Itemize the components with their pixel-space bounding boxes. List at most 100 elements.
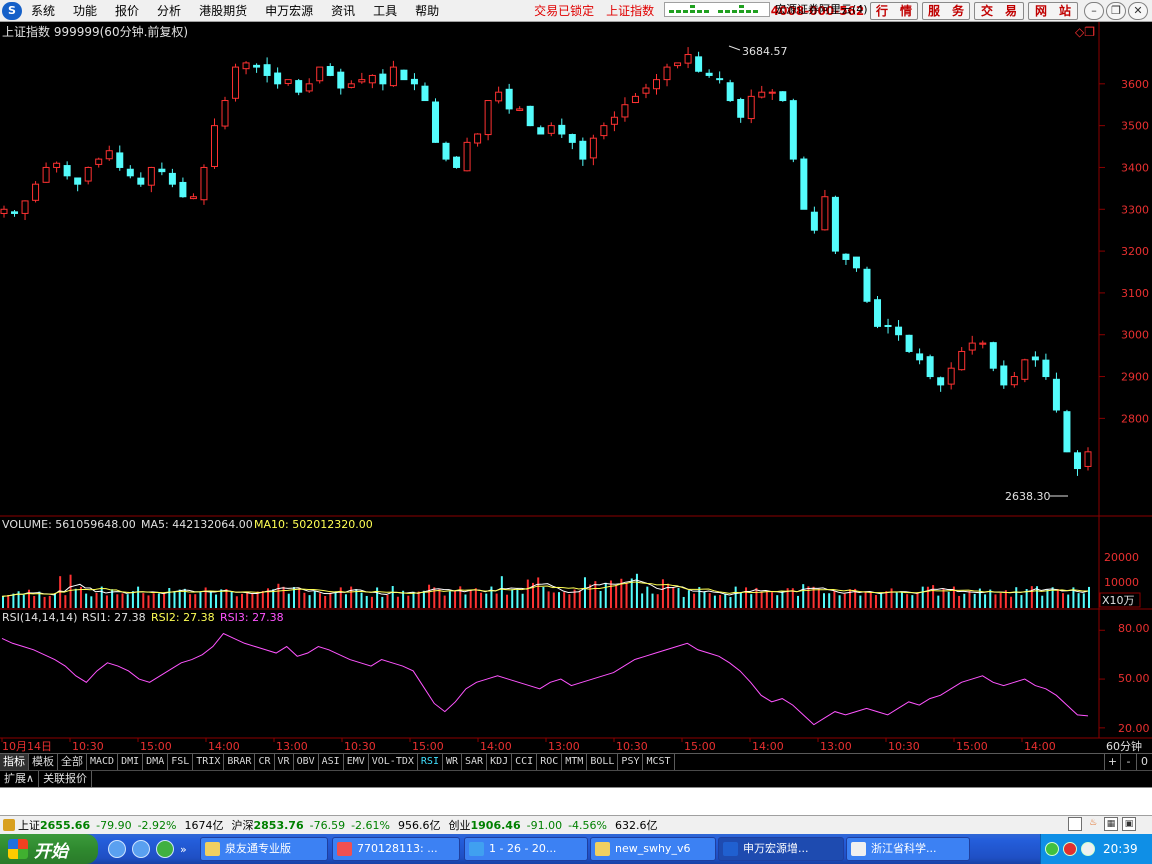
volume-bar (864, 591, 867, 608)
tab-asi[interactable]: ASI (319, 754, 344, 770)
candle (453, 156, 461, 169)
tab-cci[interactable]: CCI (512, 754, 538, 770)
task-quanyoutong[interactable]: 泉友通专业版 (200, 837, 328, 861)
desktop-icon[interactable] (132, 840, 150, 858)
task-document[interactable]: 1 - 26 - 20... (464, 837, 588, 861)
market-button[interactable]: 行 情 (870, 2, 918, 20)
menu-function[interactable]: 功能 (64, 0, 106, 22)
volume-bar (698, 587, 701, 608)
sh-index-pct: -2.92% (137, 818, 177, 832)
tab-sar[interactable]: SAR (462, 754, 488, 770)
restore-icon[interactable]: ❐ (1106, 2, 1126, 20)
tab-trix[interactable]: TRIX (193, 754, 225, 770)
tab-fsl[interactable]: FSL (168, 754, 194, 770)
time-label: 15:00 (412, 740, 444, 753)
start-button[interactable]: 开始 (0, 834, 98, 864)
candle (779, 91, 787, 102)
menu-tools[interactable]: 工具 (364, 0, 406, 22)
volume-bar (495, 593, 498, 608)
notepad-icon[interactable] (1068, 817, 1082, 831)
zoom-in-button[interactable]: + (1104, 754, 1120, 770)
tab-indicator[interactable]: 指标 (0, 754, 29, 770)
volume-bar (890, 588, 893, 608)
tab-emv[interactable]: EMV (344, 754, 369, 770)
volume-bar (376, 587, 379, 608)
price-tick: 3500 (1121, 120, 1149, 133)
play-icon[interactable] (1045, 842, 1059, 856)
service-button[interactable]: 服 务 (922, 2, 970, 20)
volume-bar (53, 593, 56, 608)
tab-psy[interactable]: PSY (618, 754, 644, 770)
windows-taskbar: 开始 » 泉友通专业版 770128113: ... 1 - 26 - 20..… (0, 834, 1152, 864)
volume-bar (781, 591, 784, 608)
lock-icon[interactable] (3, 819, 15, 831)
volume-bar (713, 595, 716, 608)
volume-bar (318, 593, 321, 608)
current-index-label[interactable]: 上证指数 (600, 2, 660, 19)
tab-boll[interactable]: BOLL (587, 754, 619, 770)
menu-analysis[interactable]: 分析 (148, 0, 190, 22)
task-qq-chat[interactable]: 770128113: ... (332, 837, 460, 861)
tab-mcst[interactable]: MCST (643, 754, 675, 770)
tab-dmi[interactable]: DMI (118, 754, 144, 770)
close-icon[interactable]: ✕ (1128, 2, 1148, 20)
zoom-out-button[interactable]: - (1120, 754, 1136, 770)
broker-server-label[interactable]: 宏源证券阿里云(4) (775, 0, 868, 19)
network-icon[interactable]: ▦ (1104, 817, 1118, 831)
trade-lock-status[interactable]: 交易已锁定 (528, 2, 600, 19)
volume-bar (142, 593, 145, 608)
related-quote-button[interactable]: 关联报价 (39, 771, 93, 787)
quicklaunch-expand-icon[interactable]: » (180, 843, 187, 856)
tab-dma[interactable]: DMA (143, 754, 169, 770)
tab-mtm[interactable]: MTM (562, 754, 588, 770)
task-folder[interactable]: new_swhy_v6 (590, 837, 716, 861)
volume-bar (604, 582, 607, 608)
tab-obv[interactable]: OBV (294, 754, 319, 770)
menu-quote[interactable]: 报价 (106, 0, 148, 22)
website-button[interactable]: 网 站 (1028, 2, 1078, 20)
tab-cr[interactable]: CR (255, 754, 275, 770)
minimize-icon[interactable]: – (1084, 2, 1104, 20)
tab-vr[interactable]: VR (275, 754, 294, 770)
app-logo-icon[interactable]: S (2, 1, 22, 20)
app-window: S 系统 功能 报价 分析 港股期货 申万宏源 资讯 工具 帮助 交易已锁定 上… (0, 0, 1152, 864)
chart-options-icon[interactable]: ◇❐ (1075, 25, 1095, 39)
ie-icon[interactable] (108, 840, 126, 858)
volume-bar (984, 594, 987, 608)
lightbulb-icon[interactable]: ♨ (1086, 817, 1100, 831)
task-zhejiang[interactable]: 浙江省科学... (846, 837, 970, 861)
chart-area[interactable]: 3600 3500 3400 3300 3200 3100 3000 2900 2800 10月… (0, 22, 1152, 753)
status-bar: 上证 2655.66 -79.90 -2.92% 1674亿 沪深 2853.7… (0, 815, 1152, 834)
tab-brar[interactable]: BRAR (224, 754, 256, 770)
trade-button[interactable]: 交 易 (974, 2, 1024, 20)
refresh-icon[interactable] (156, 840, 174, 858)
settings-icon[interactable]: ▣ (1122, 817, 1136, 831)
volume-bar (802, 584, 805, 608)
expand-button[interactable]: 扩展∧ (0, 771, 40, 787)
volume-bar (215, 594, 218, 608)
volume-bar (646, 586, 649, 608)
menu-news[interactable]: 资讯 (322, 0, 364, 22)
menu-swhy[interactable]: 申万宏源 (256, 0, 322, 22)
volume-bar (1041, 595, 1044, 608)
tab-macd[interactable]: MACD (87, 754, 119, 770)
tab-template[interactable]: 模板 (29, 754, 58, 770)
security-icon[interactable] (1063, 842, 1077, 856)
menu-help[interactable]: 帮助 (406, 0, 448, 22)
tab-rsi[interactable]: RSI (418, 754, 443, 770)
tab-all[interactable]: 全部 (58, 754, 87, 770)
volume-bar (344, 594, 347, 608)
volume-icon[interactable] (1081, 842, 1095, 856)
reset-button[interactable]: 0 (1136, 754, 1152, 770)
tab-kdj[interactable]: KDJ (487, 754, 513, 770)
volume-bar (506, 594, 509, 608)
period-label[interactable]: 60分钟 (1106, 739, 1142, 753)
task-swhy[interactable]: 申万宏源增... (718, 837, 844, 861)
tab-wr[interactable]: WR (443, 754, 463, 770)
tab-roc[interactable]: ROC (537, 754, 563, 770)
menu-hk-futures[interactable]: 港股期货 (190, 0, 256, 22)
tab-vol-tdx[interactable]: VOL-TDX (369, 754, 418, 770)
volume-bar (277, 583, 280, 608)
volume-bar (729, 596, 732, 608)
menu-system[interactable]: 系统 (22, 0, 64, 22)
